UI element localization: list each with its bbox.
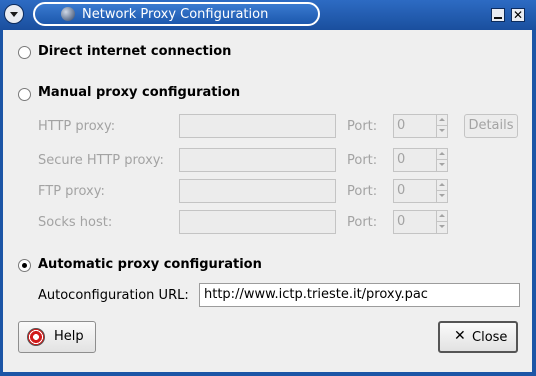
x-icon: ✕ — [454, 328, 466, 344]
http-port-value: 0 — [397, 118, 406, 133]
ftp-port-label: Port: — [347, 184, 378, 199]
close-button-label: Close — [472, 330, 508, 345]
manual-proxy-radio[interactable] — [18, 88, 31, 101]
proxy-dialog: Direct internet connection Manual proxy … — [3, 30, 532, 372]
spin-up-icon[interactable] — [436, 115, 447, 126]
title-bar: Network Proxy Configuration ✕ — [0, 0, 536, 30]
spin-down-icon[interactable] — [436, 222, 447, 233]
spin-down-icon[interactable] — [436, 191, 447, 202]
window-menu-button[interactable] — [4, 4, 24, 24]
spin-down-icon[interactable] — [436, 160, 447, 171]
ftp-port-spinner[interactable]: 0 — [393, 179, 448, 203]
close-button[interactable]: ✕ Close — [438, 321, 518, 353]
minimize-button[interactable] — [491, 8, 505, 22]
socks-port-spinner[interactable]: 0 — [393, 210, 448, 234]
spin-up-icon[interactable] — [436, 211, 447, 222]
window-title: Network Proxy Configuration — [82, 7, 269, 22]
http-port-spinner[interactable]: 0 — [393, 114, 448, 138]
socks-host-label: Socks host: — [38, 215, 113, 230]
spin-up-icon[interactable] — [436, 149, 447, 160]
window-close-button[interactable]: ✕ — [511, 8, 525, 22]
secure-http-port-spinner[interactable]: 0 — [393, 148, 448, 172]
manual-proxy-label[interactable]: Manual proxy configuration — [38, 85, 240, 100]
secure-http-port-value: 0 — [397, 152, 406, 167]
secure-http-port-label: Port: — [347, 153, 378, 168]
secure-http-proxy-input[interactable] — [179, 148, 336, 172]
http-proxy-label: HTTP proxy: — [38, 119, 116, 134]
http-proxy-input[interactable] — [179, 114, 336, 138]
help-button-label: Help — [54, 329, 84, 344]
title-pill: Network Proxy Configuration — [33, 2, 320, 26]
socks-port-value: 0 — [397, 214, 406, 229]
spin-down-icon[interactable] — [436, 126, 447, 137]
socks-port-label: Port: — [347, 215, 378, 230]
automatic-proxy-radio[interactable] — [18, 259, 31, 272]
lifebuoy-icon — [27, 328, 45, 346]
ftp-port-value: 0 — [397, 183, 406, 198]
direct-connection-radio[interactable] — [18, 46, 31, 59]
http-port-label: Port: — [347, 119, 378, 134]
direct-connection-label[interactable]: Direct internet connection — [38, 44, 231, 59]
automatic-proxy-label[interactable]: Automatic proxy configuration — [38, 257, 262, 272]
spin-up-icon[interactable] — [436, 180, 447, 191]
secure-http-proxy-label: Secure HTTP proxy: — [38, 153, 164, 168]
details-button[interactable]: Details — [464, 114, 518, 138]
help-button[interactable]: Help — [18, 321, 96, 353]
autoconfig-url-input[interactable]: http://www.ictp.trieste.it/proxy.pac — [199, 283, 520, 307]
ftp-proxy-input[interactable] — [179, 179, 336, 203]
ftp-proxy-label: FTP proxy: — [38, 184, 105, 199]
globe-icon — [61, 7, 75, 21]
autoconfig-url-label: Autoconfiguration URL: — [38, 288, 189, 303]
socks-host-input[interactable] — [179, 210, 336, 234]
